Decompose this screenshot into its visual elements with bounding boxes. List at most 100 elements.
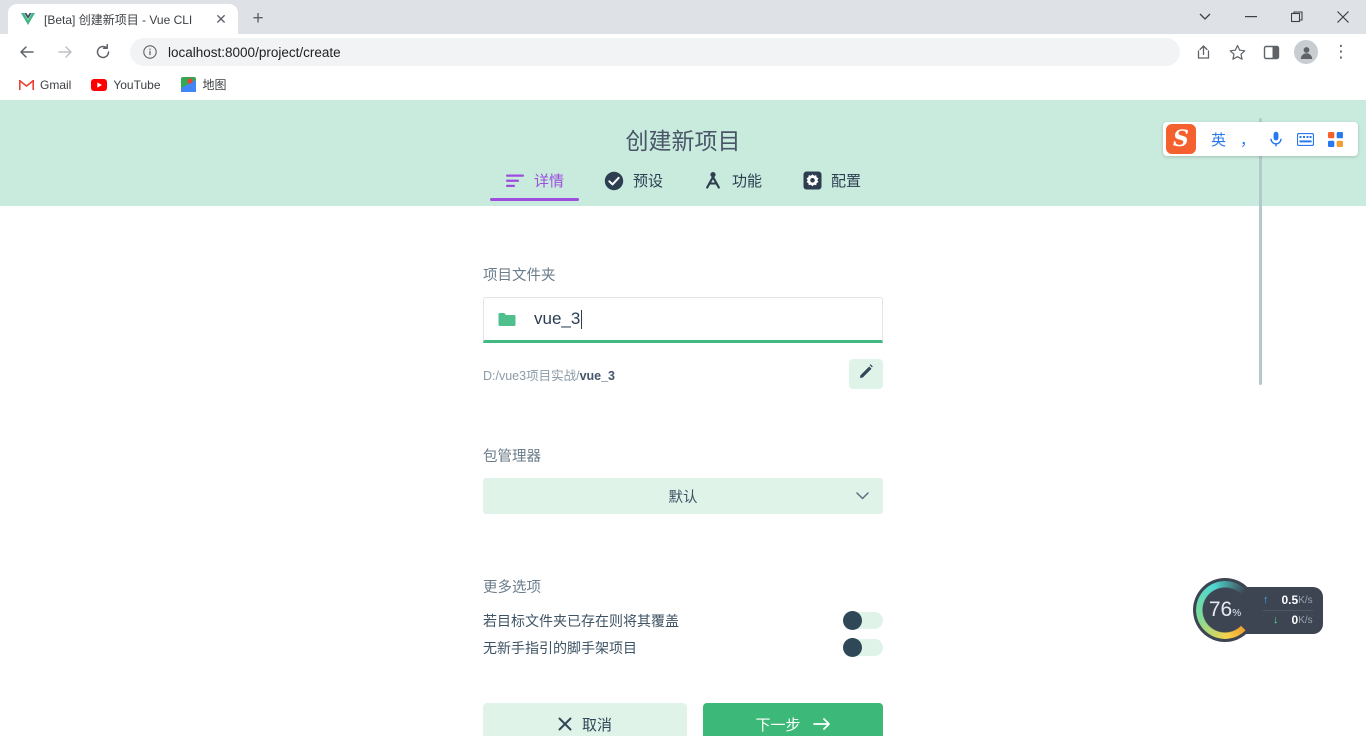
skip-getting-started-toggle[interactable] <box>843 638 883 657</box>
cancel-button[interactable]: 取消 <box>483 703 687 736</box>
browser-tab-strip: [Beta] 创建新项目 - Vue CLI ✕ + <box>0 0 1366 34</box>
forward-button[interactable] <box>51 38 79 66</box>
bookmarks-bar: Gmail YouTube 地图 <box>0 70 1366 100</box>
browser-tab[interactable]: [Beta] 创建新项目 - Vue CLI ✕ <box>8 4 238 34</box>
form-actions: 取消 下一步 <box>483 703 883 736</box>
page-title: 创建新项目 <box>625 128 741 154</box>
ime-mode-button[interactable]: 英 <box>1211 129 1226 150</box>
percent-symbol: % <box>1232 608 1242 619</box>
ime-punctuation-button[interactable]: ， <box>1240 129 1255 150</box>
upload-unit: K/s <box>1298 594 1313 606</box>
microphone-icon[interactable] <box>1269 131 1283 147</box>
project-folder-input[interactable]: vue_3 <box>483 297 883 343</box>
package-manager-label: 包管理器 <box>483 449 541 465</box>
bookmark-label: 地图 <box>202 78 227 92</box>
create-project-form: 项目文件夹 vue_3 D:/vue3项目实战/vue_3 包管理器 默认 更多… <box>483 206 883 736</box>
share-icon[interactable] <box>1189 38 1217 66</box>
page-scrollbar-thumb[interactable] <box>1259 118 1262 385</box>
package-manager-select[interactable]: 默认 <box>483 478 883 514</box>
close-x-icon <box>558 717 572 731</box>
side-panel-icon[interactable] <box>1257 38 1285 66</box>
tab-configuration[interactable]: 配置 <box>782 170 881 201</box>
next-label: 下一步 <box>755 716 801 734</box>
path-prefix: D:/vue3项目实战/ <box>483 368 580 383</box>
option-label: 若目标文件夹已存在则将其覆盖 <box>483 612 679 629</box>
reload-button[interactable] <box>89 38 117 66</box>
option-label: 无新手指引的脚手架项目 <box>483 639 637 656</box>
upload-speed-row: ↑ 0.5 K/s <box>1263 591 1313 610</box>
pencil-icon <box>859 364 874 384</box>
next-step-button[interactable]: 下一步 <box>703 703 883 736</box>
down-arrow-icon: ↓ <box>1273 614 1279 626</box>
window-controls <box>1182 0 1366 34</box>
download-value: 0 <box>1291 613 1299 627</box>
close-window-icon[interactable] <box>1320 0 1366 34</box>
vue-cli-header: 创建新项目 详情 预设 功能 配置 <box>0 100 1366 206</box>
bookmark-label: YouTube <box>113 77 161 92</box>
tab-search-icon[interactable] <box>1182 0 1228 34</box>
arrow-right-icon <box>812 717 831 731</box>
tab-label: 功能 <box>732 173 763 190</box>
page-viewport: 创建新项目 详情 预设 功能 配置 项目文件夹 vue_3 D:/vue3项目实… <box>0 100 1366 736</box>
resolved-path: D:/vue3项目实战/vue_3 <box>483 365 615 384</box>
sogou-ime-toolbar: S 英 ， <box>1162 122 1358 156</box>
download-unit: K/s <box>1298 614 1313 626</box>
bookmark-maps[interactable]: 地图 <box>173 73 235 96</box>
download-speed-row: ↓ 0 K/s <box>1263 611 1313 630</box>
wizard-tabs: 详情 预设 功能 配置 <box>0 170 1366 201</box>
folder-field-label: 项目文件夹 <box>483 268 556 284</box>
keyboard-icon[interactable] <box>1297 132 1314 146</box>
maximize-icon[interactable] <box>1274 0 1320 34</box>
tab-details[interactable]: 详情 <box>485 170 584 201</box>
package-manager-value: 默认 <box>668 489 698 506</box>
tab-presets[interactable]: 预设 <box>584 170 683 201</box>
tab-label: 详情 <box>533 173 564 190</box>
gmail-icon <box>18 77 34 93</box>
sogou-logo-icon[interactable]: S <box>1165 124 1196 154</box>
upload-value: 0.5 <box>1281 593 1299 607</box>
bookmark-label: Gmail <box>40 77 72 92</box>
new-tab-button[interactable]: + <box>244 5 272 33</box>
project-folder-value: vue_3 <box>534 309 581 328</box>
check-circle-icon <box>604 171 624 191</box>
tab-close-icon[interactable]: ✕ <box>212 10 230 28</box>
path-folder-name: vue_3 <box>579 368 616 383</box>
text-caret <box>581 309 583 329</box>
profile-avatar[interactable] <box>1294 40 1318 64</box>
browser-menu-icon[interactable]: ⋮ <box>1327 38 1355 66</box>
tab-features[interactable]: 功能 <box>683 170 782 201</box>
toggle-knob <box>843 638 862 657</box>
gear-square-icon <box>802 171 822 191</box>
list-lines-icon <box>505 171 525 191</box>
network-speed-widget[interactable]: 76% ↑ 0.5 K/s ↓ 0 K/s <box>1193 578 1323 642</box>
cpu-usage-gauge: 76% <box>1193 578 1257 642</box>
bookmark-youtube[interactable]: YouTube <box>83 74 168 96</box>
folder-icon <box>498 310 516 328</box>
back-button[interactable] <box>13 38 41 66</box>
overwrite-toggle[interactable] <box>843 611 883 630</box>
maps-icon <box>181 77 197 93</box>
tab-label: 配置 <box>831 173 862 190</box>
chevron-down-icon <box>856 492 869 500</box>
edit-path-button[interactable] <box>849 359 883 389</box>
site-info-icon[interactable] <box>142 44 158 60</box>
vue-logo-icon <box>20 11 36 27</box>
up-arrow-icon: ↑ <box>1263 594 1269 606</box>
address-bar-url: localhost:8000/project/create <box>168 44 341 60</box>
bookmark-gmail[interactable]: Gmail <box>10 74 79 96</box>
features-node-icon <box>703 171 723 191</box>
youtube-icon <box>91 77 108 93</box>
browser-toolbar: localhost:8000/project/create ⋮ <box>0 34 1366 70</box>
cpu-percent-number: 76 <box>1208 598 1233 621</box>
option-row-overwrite: 若目标文件夹已存在则将其覆盖 <box>483 607 883 634</box>
toggle-knob <box>843 611 862 630</box>
browser-tab-title: [Beta] 创建新项目 - Vue CLI <box>44 12 193 27</box>
address-bar[interactable]: localhost:8000/project/create <box>130 38 1180 66</box>
option-row-skip-getting-started: 无新手指引的脚手架项目 <box>483 634 883 661</box>
minimize-icon[interactable] <box>1228 0 1274 34</box>
more-options-label: 更多选项 <box>483 580 541 596</box>
resolved-path-row: D:/vue3项目实战/vue_3 <box>483 359 883 389</box>
apps-grid-icon[interactable] <box>1328 131 1343 147</box>
star-icon[interactable] <box>1223 38 1251 66</box>
cancel-label: 取消 <box>581 716 612 734</box>
